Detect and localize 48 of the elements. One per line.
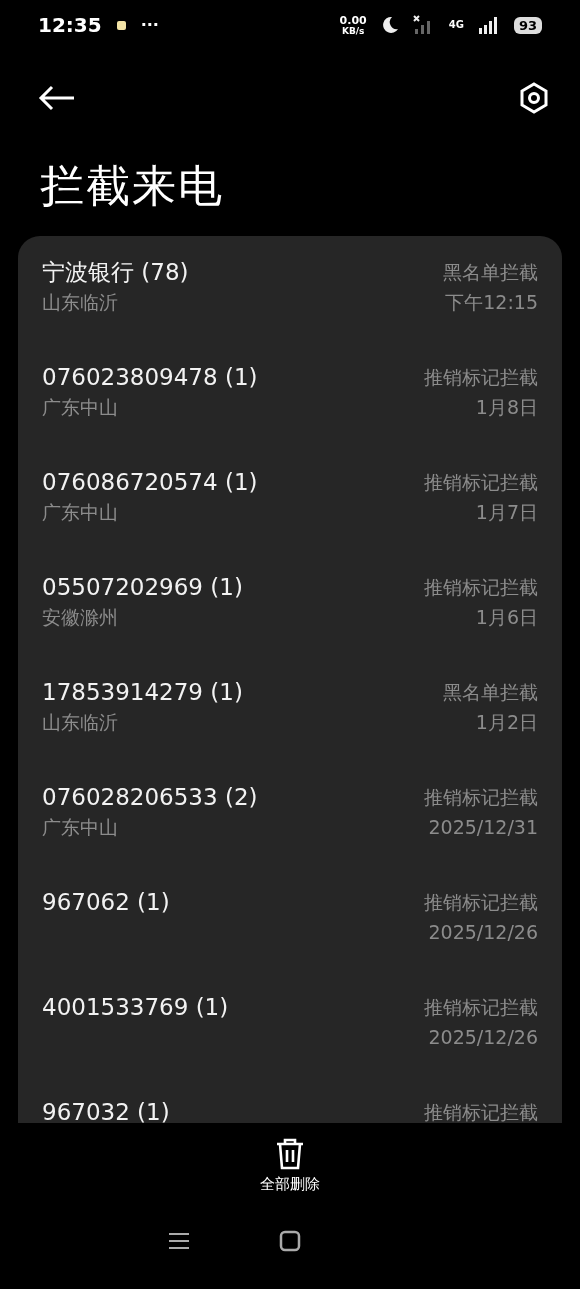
delete-all-button[interactable]: 全部删除 bbox=[260, 1137, 320, 1194]
block-reason: 推销标记拦截 bbox=[424, 365, 538, 390]
caller-number[interactable]: 17853914279 (1) bbox=[42, 678, 243, 706]
home-icon[interactable] bbox=[279, 1230, 301, 1252]
call-time: 1月2日 bbox=[475, 710, 538, 735]
caller-number[interactable]: 967062 (1) bbox=[42, 888, 170, 916]
block-reason: 推销标记拦截 bbox=[424, 1100, 538, 1123]
net-unit: KB/s bbox=[341, 26, 365, 36]
signal-icon bbox=[477, 15, 500, 35]
caller-location: 广东中山 bbox=[42, 815, 118, 840]
moon-icon bbox=[380, 16, 399, 34]
call-time: 2025/12/31 bbox=[428, 815, 538, 840]
caller-number[interactable]: 076086720574 (1) bbox=[42, 468, 258, 496]
caller-number[interactable]: 967032 (1) bbox=[42, 1098, 170, 1123]
call-time: 1月7日 bbox=[475, 500, 538, 525]
back-arrow-icon[interactable] bbox=[38, 84, 76, 111]
network-type: 4G bbox=[448, 20, 464, 30]
block-reason: 黑名单拦截 bbox=[443, 260, 538, 285]
page-title: 拦截来电 bbox=[39, 159, 225, 213]
notification-icon bbox=[115, 19, 127, 31]
caller-location: 广东中山 bbox=[42, 500, 118, 525]
block-reason: 黑名单拦截 bbox=[443, 680, 538, 705]
call-time: 1月8日 bbox=[475, 395, 538, 420]
block-reason: 推销标记拦截 bbox=[424, 575, 538, 600]
caller-number[interactable]: 宁波银行 (78) bbox=[42, 258, 189, 286]
caller-location: 山东临沂 bbox=[42, 290, 118, 315]
battery-level: 93 bbox=[513, 16, 542, 34]
block-reason: 推销标记拦截 bbox=[424, 785, 538, 810]
call-time: 2025/12/26 bbox=[428, 1025, 538, 1050]
net-speed: 0.00 bbox=[339, 14, 367, 26]
block-reason: 推销标记拦截 bbox=[424, 995, 538, 1020]
call-time: 1月6日 bbox=[475, 605, 538, 630]
block-reason: 推销标记拦截 bbox=[424, 890, 538, 915]
caller-number[interactable]: 4001533769 (1) bbox=[42, 993, 229, 1021]
menu-icon[interactable] bbox=[169, 1232, 189, 1250]
settings-icon[interactable] bbox=[518, 81, 550, 114]
call-time: 2025/12/26 bbox=[428, 920, 538, 945]
block-reason: 推销标记拦截 bbox=[424, 470, 538, 495]
caller-location: 广东中山 bbox=[42, 395, 118, 420]
caller-location: 安徽滁州 bbox=[42, 605, 118, 630]
clock: 12:35 bbox=[38, 13, 102, 37]
caller-number[interactable]: 076023809478 (1) bbox=[42, 363, 258, 391]
trash-icon bbox=[275, 1137, 305, 1171]
more-notifications: ··· bbox=[140, 17, 159, 33]
call-time: 下午12:15 bbox=[445, 290, 538, 315]
caller-location: 山东临沂 bbox=[42, 710, 118, 735]
caller-number[interactable]: 05507202969 (1) bbox=[42, 573, 243, 601]
caller-number[interactable]: 076028206533 (2) bbox=[42, 783, 258, 811]
